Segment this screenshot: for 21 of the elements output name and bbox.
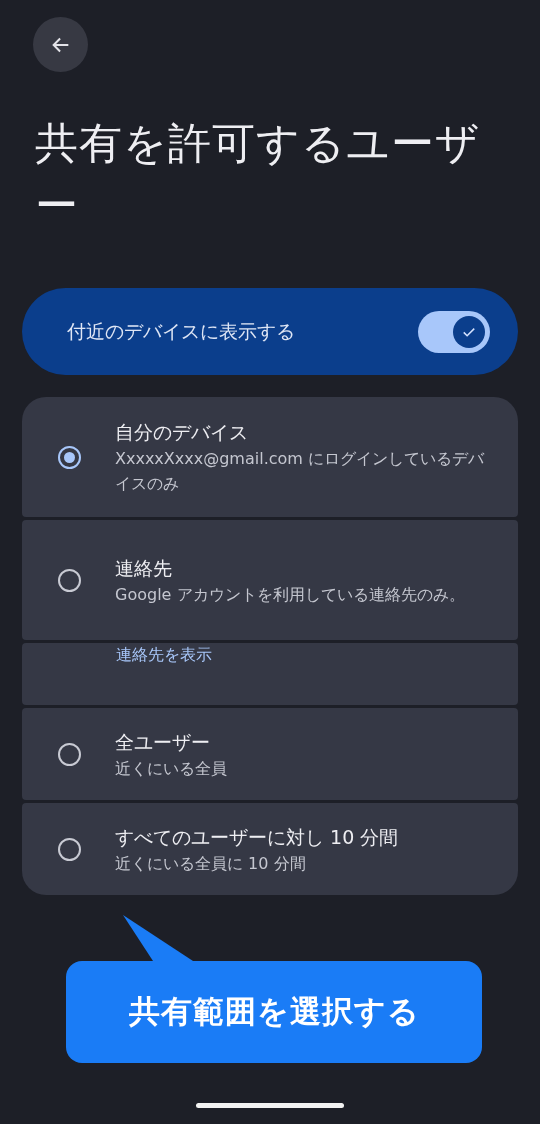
option-description: 近くにいる全員 (115, 757, 227, 780)
visibility-label: 付近のデバイスに表示する (67, 318, 295, 344)
option-card[interactable]: 自分のデバイス XxxxxXxxx@gmail.com にログインしているデバイスのみ (22, 397, 518, 517)
page-title: 共有を許可するユーザー (35, 117, 481, 232)
radio-button[interactable] (58, 742, 81, 766)
option-title: すべてのユーザーに対し 10 分間 (115, 824, 399, 850)
visibility-switch[interactable] (418, 310, 490, 353)
radio-button[interactable] (58, 837, 81, 861)
callout-tail (123, 915, 193, 961)
option-card[interactable]: 全ユーザー 近くにいる全員 (22, 708, 518, 800)
option-title: 自分のデバイス (115, 420, 249, 445)
option-title: 連絡先 (115, 555, 173, 581)
radio-button[interactable] (58, 445, 81, 469)
option-description: XxxxxXxxx@gmail.com にログインしているデバイスのみ (115, 448, 485, 495)
radio-button[interactable] (58, 568, 81, 592)
option-description: 近くにいる全員に 10 分間 (115, 852, 307, 875)
option-card[interactable]: 連絡先 Google アカウントを利用している連絡先のみ。 (22, 520, 518, 640)
option-title: 全ユーザー (115, 729, 211, 755)
option-description: Google アカウントを利用している連絡先のみ。 (115, 583, 465, 606)
option-card[interactable]: すべてのユーザーに対し 10 分間 近くにいる全員に 10 分間 (22, 803, 518, 895)
show-contacts-link[interactable]: 連絡先を表示 (116, 643, 212, 667)
